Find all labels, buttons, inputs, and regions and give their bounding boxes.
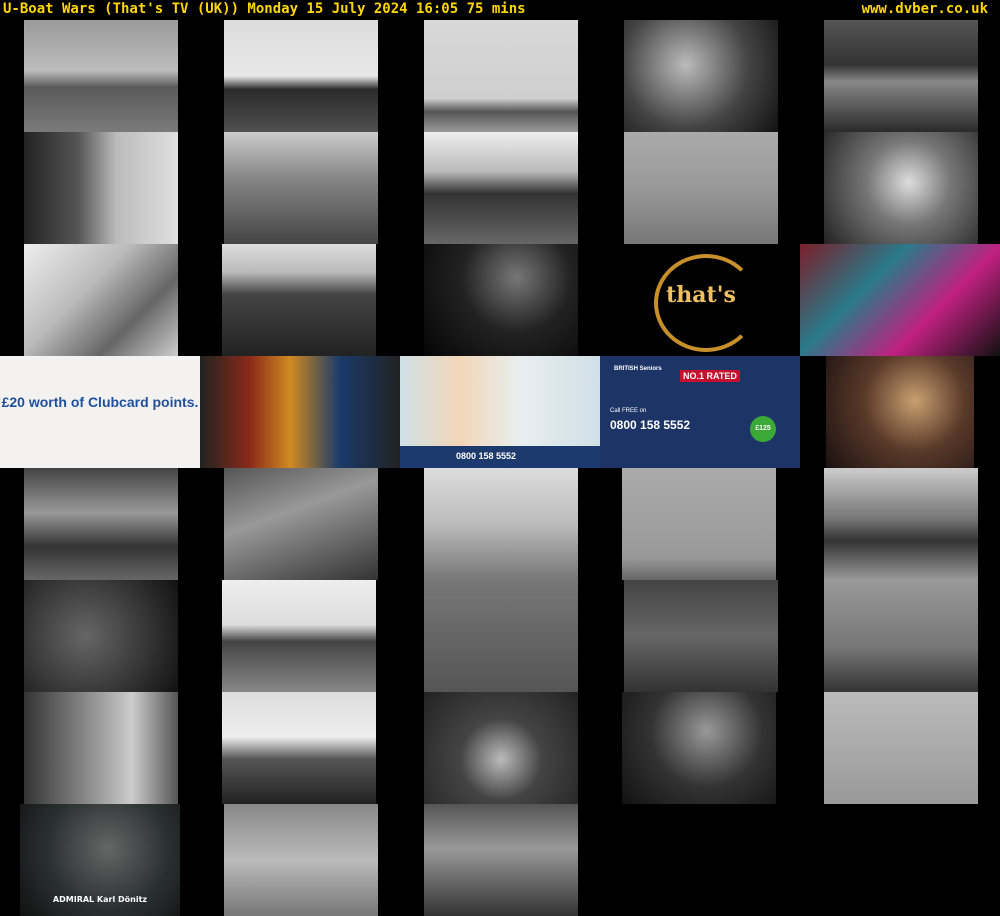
- thumbnail[interactable]: that's: [600, 244, 800, 356]
- thumbnail[interactable]: [400, 692, 600, 804]
- frame-image: [224, 132, 378, 244]
- ad-phone: 0800 158 5552: [610, 418, 691, 432]
- frame-image: that's: [624, 244, 778, 356]
- thumbnail[interactable]: [600, 692, 800, 804]
- frame-image: [224, 468, 378, 580]
- frame-image: [800, 244, 1000, 356]
- thumbnail[interactable]: [0, 244, 200, 356]
- frame-image: [24, 244, 178, 356]
- frame-image: [824, 692, 978, 804]
- frame-image: [200, 356, 400, 468]
- thumbnail[interactable]: that's: [0, 20, 200, 132]
- channel-watermark: that's: [24, 24, 25, 31]
- thumbnail[interactable]: [400, 580, 600, 692]
- site-link[interactable]: www.dvber.co.uk: [862, 0, 988, 18]
- frame-image: [424, 244, 578, 356]
- frame-image: [224, 20, 378, 132]
- frame-image: [222, 692, 376, 804]
- thumbnail[interactable]: [0, 692, 200, 804]
- thumbnail[interactable]: [400, 132, 600, 244]
- thumbnail[interactable]: £20 worth of Clubcard points.: [0, 356, 200, 468]
- frame-image: [24, 692, 178, 804]
- frame-image: [424, 20, 578, 132]
- ad-logo: BRITISH Seniors: [614, 366, 662, 372]
- thumbnail[interactable]: [200, 692, 400, 804]
- thumbnail[interactable]: [400, 468, 600, 580]
- frame-image: [624, 20, 778, 132]
- clubcard-headline: £20 worth of Clubcard points.: [1, 394, 199, 410]
- frame-image: [424, 580, 578, 692]
- thumbnail[interactable]: [800, 244, 1000, 356]
- frame-image: [224, 804, 378, 916]
- frame-image: [622, 692, 776, 804]
- frame-image: [622, 468, 776, 580]
- header-bar: U-Boat Wars (That's TV (UK)) Monday 15 J…: [0, 0, 1000, 20]
- thumbnail[interactable]: [200, 132, 400, 244]
- frame-image: [824, 468, 978, 580]
- thumbnail[interactable]: [200, 20, 400, 132]
- thumbnail[interactable]: [200, 356, 400, 468]
- thumbnail[interactable]: [200, 244, 400, 356]
- thumbnail[interactable]: [0, 132, 200, 244]
- thumbnail[interactable]: [600, 20, 800, 132]
- frame-image: [222, 244, 376, 356]
- frame-image: [24, 132, 178, 244]
- thumbnail[interactable]: [400, 244, 600, 356]
- frame-image: [24, 580, 178, 692]
- ad-rating: NO.1 RATED: [680, 370, 740, 382]
- thumbnail-grid: that's that's: [0, 20, 1000, 916]
- frame-image: [424, 132, 578, 244]
- thumbnail[interactable]: [0, 468, 200, 580]
- frame-image: [424, 468, 578, 580]
- thumbnail[interactable]: [200, 804, 400, 916]
- ad-call-label: Call FREE on: [610, 408, 647, 414]
- frame-image: [424, 804, 578, 916]
- thumbnail[interactable]: [800, 132, 1000, 244]
- thumbnail[interactable]: [400, 20, 600, 132]
- thumbnail[interactable]: [800, 356, 1000, 468]
- programme-title: U-Boat Wars (That's TV (UK)) Monday 15 J…: [3, 1, 526, 17]
- frame-image: [24, 468, 178, 580]
- channel-logo: that's: [666, 282, 736, 308]
- thumbnail[interactable]: [800, 692, 1000, 804]
- thumbnail[interactable]: [200, 468, 400, 580]
- frame-image: [826, 356, 974, 468]
- frame-image: [824, 580, 978, 692]
- frame-image: [424, 692, 578, 804]
- thumbnail[interactable]: 0800 158 5552: [400, 356, 600, 468]
- thumbnail[interactable]: [800, 580, 1000, 692]
- thumbnail[interactable]: [0, 580, 200, 692]
- frame-image: that's: [24, 20, 178, 132]
- thumbnail[interactable]: [800, 20, 1000, 132]
- frame-image: [824, 20, 978, 132]
- thumbnail[interactable]: BRITISH Seniors NO.1 RATED Call FREE on …: [600, 356, 800, 468]
- thumbnail[interactable]: [800, 468, 1000, 580]
- frame-image: [222, 580, 376, 692]
- ad-phone: 0800 158 5552: [456, 451, 517, 461]
- caption: ADMIRAL Karl Dönitz: [52, 895, 148, 904]
- thumbnail[interactable]: [200, 580, 400, 692]
- thumbnail[interactable]: [400, 804, 600, 916]
- thumbnail[interactable]: [600, 468, 800, 580]
- frame-image: ADMIRAL Karl Dönitz: [20, 804, 180, 916]
- frame-image: [624, 132, 778, 244]
- thumbnail[interactable]: [600, 132, 800, 244]
- frame-image: [824, 132, 978, 244]
- ad-badge: £125: [750, 416, 776, 442]
- thumbnail[interactable]: [600, 580, 800, 692]
- thumbnail[interactable]: ADMIRAL Karl Dönitz: [0, 804, 200, 916]
- frame-image: [624, 580, 778, 692]
